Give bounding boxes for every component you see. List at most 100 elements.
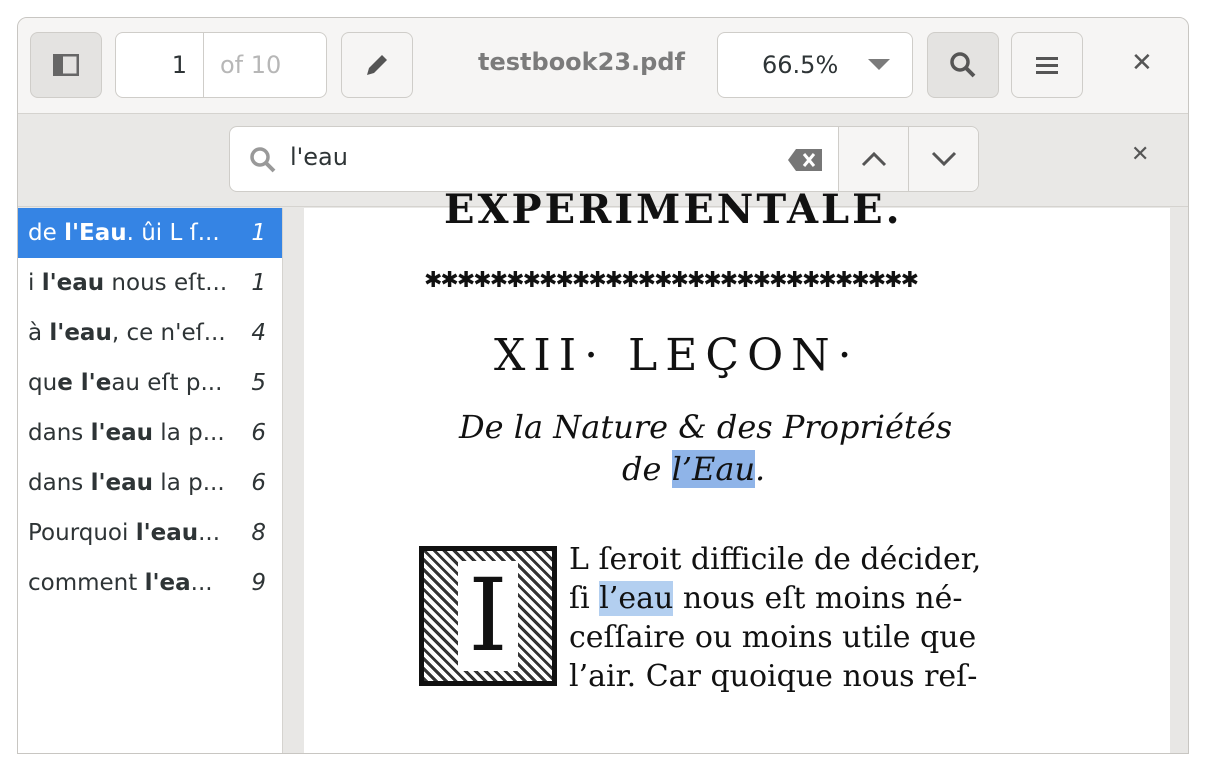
snippet-pre: à	[28, 320, 50, 346]
snippet-post: la p...	[153, 420, 225, 446]
snippet-post: ...	[190, 570, 213, 596]
snippet-post: la p...	[153, 470, 225, 496]
search-results-list: de l'Eau. ûi L ſ... 1 i l'eau nous eſt... 1…	[18, 208, 283, 753]
text: L ſeroit difficile de décider,	[569, 542, 982, 577]
snippet-pre: dans	[28, 470, 91, 496]
hamburger-icon	[1036, 57, 1058, 74]
snippet-post: ...	[198, 520, 221, 546]
document-viewer-window: 1 of 10 testbook23.pdf 66.5% ✕ l'eau ✕ d…	[17, 17, 1189, 754]
result-page-number: 5	[251, 370, 266, 396]
search-result-item[interactable]: Pourquoi l'eau... 8	[18, 508, 282, 558]
snippet-match: l'ea	[144, 570, 191, 596]
close-icon: ✕	[1131, 48, 1153, 78]
snippet-match: l'Eau	[64, 220, 127, 246]
snippet-pre: i	[28, 270, 42, 296]
snippet-pre: dans	[28, 420, 91, 446]
text: ſi	[569, 581, 600, 616]
snippet-pre: Pourquoi	[28, 520, 136, 546]
chevron-down-icon	[931, 151, 956, 167]
result-page-number: 6	[251, 470, 266, 496]
running-head: EXPERIMENTALE.	[444, 186, 903, 233]
text: l’air. Car quoique nous reſ-	[569, 659, 978, 694]
close-icon: ✕	[1131, 142, 1150, 167]
search-result-item[interactable]: de l'Eau. ûi L ſ... 1	[18, 208, 282, 258]
snippet-match: l'eau	[49, 320, 112, 346]
result-snippet: dans l'eau la p...	[28, 470, 242, 496]
text: ceſſaire ou moins utile que	[569, 620, 977, 655]
text: .	[755, 450, 766, 488]
sidebar-toggle-button[interactable]	[30, 32, 102, 98]
search-input[interactable]: l'eau	[230, 127, 838, 191]
search-query: l'eau	[290, 143, 348, 171]
chevron-down-icon	[868, 59, 890, 70]
search-icon	[250, 147, 276, 173]
close-window-button[interactable]: ✕	[1131, 48, 1153, 78]
result-page-number: 1	[251, 220, 266, 246]
clear-search-icon[interactable]	[788, 149, 822, 171]
zoom-value: 66.5%	[762, 51, 839, 79]
result-snippet: de l'Eau. ûi L ſ...	[28, 220, 242, 246]
snippet-pre: qu	[28, 370, 58, 396]
search-icon	[950, 52, 976, 78]
search-result-item[interactable]: i l'eau nous eſt... 1	[18, 258, 282, 308]
annotate-button[interactable]	[341, 32, 413, 98]
previous-result-button[interactable]	[838, 127, 908, 191]
result-page-number: 4	[251, 320, 266, 346]
page-number-input[interactable]: 1	[116, 33, 204, 97]
result-page-number: 6	[251, 420, 266, 446]
chapter-subtitle-line2: de l’Eau.	[622, 450, 765, 488]
lesson-heading: XII· LEÇON·	[494, 330, 860, 381]
result-snippet: comment l'ea...	[28, 570, 242, 596]
snippet-post: nous eſt...	[104, 270, 228, 296]
result-snippet: i l'eau nous eſt...	[28, 270, 242, 296]
search-result-item[interactable]: dans l'eau la p... 6	[18, 458, 282, 508]
zoom-dropdown[interactable]: 66.5%	[717, 32, 913, 98]
text: nous eſt moins né-	[673, 581, 963, 616]
search-field: l'eau	[229, 126, 979, 192]
search-highlight: l’eau	[599, 581, 674, 616]
search-result-item[interactable]: que l'eau eſt p... 5	[18, 358, 282, 408]
search-result-item[interactable]: dans l'eau la p... 6	[18, 408, 282, 458]
page-total: of 10	[220, 51, 282, 79]
close-search-button[interactable]: ✕	[1131, 142, 1149, 167]
page-selector: 1 of 10	[115, 32, 327, 98]
text-line: ſi l’eau nous eſt moins né-	[569, 579, 981, 618]
result-snippet: Pourquoi l'eau...	[28, 520, 242, 546]
dropcap-letter: I	[458, 561, 518, 671]
snippet-post: , ce n'eſ...	[111, 320, 226, 346]
result-page-number: 8	[251, 520, 266, 546]
text-line: l’air. Car quoique nous reſ-	[569, 657, 981, 696]
snippet-match: l'eau	[90, 420, 153, 446]
menu-button[interactable]	[1011, 32, 1083, 98]
search-highlight: l’Eau	[671, 450, 756, 488]
chapter-subtitle: De la Nature & des Propriétés	[459, 408, 953, 446]
text: de	[622, 450, 672, 488]
decorated-initial: I	[419, 546, 557, 686]
next-result-button[interactable]	[908, 127, 978, 191]
text-line: L ſeroit difficile de décider,	[569, 540, 981, 579]
result-page-number: 1	[251, 270, 266, 296]
snippet-post: . ûi L ſ...	[126, 220, 220, 246]
result-snippet: à l'eau, ce n'eſ...	[28, 320, 242, 346]
document-view[interactable]: EXPERIMENTALE. ✱✱✱✱✱✱✱✱✱✱✱✱✱✱✱✱✱✱✱✱✱✱✱✱✱…	[284, 186, 1188, 753]
pencil-icon	[367, 55, 387, 75]
header-bar: 1 of 10 testbook23.pdf 66.5% ✕	[18, 18, 1188, 114]
text-line: ceſſaire ou moins utile que	[569, 618, 981, 657]
snippet-pre: de	[28, 220, 65, 246]
snippet-match: l'eau	[90, 470, 153, 496]
search-result-item[interactable]: comment l'ea... 9	[18, 558, 282, 608]
chevron-up-icon	[861, 151, 886, 167]
snippet-match: l'eau	[41, 270, 105, 296]
document-title: testbook23.pdf	[478, 48, 685, 76]
result-snippet: que l'eau eſt p...	[28, 370, 242, 396]
sidebar-icon	[53, 54, 79, 76]
pdf-page: EXPERIMENTALE. ✱✱✱✱✱✱✱✱✱✱✱✱✱✱✱✱✱✱✱✱✱✱✱✱✱…	[304, 186, 1170, 753]
body-text: L ſeroit difficile de décider, ſi l’eau n…	[569, 540, 981, 696]
search-toggle-button[interactable]	[927, 32, 999, 98]
search-result-item[interactable]: à l'eau, ce n'eſ... 4	[18, 308, 282, 358]
result-page-number: 9	[251, 570, 266, 596]
result-snippet: dans l'eau la p...	[28, 420, 242, 446]
ornament-rule: ✱✱✱✱✱✱✱✱✱✱✱✱✱✱✱✱✱✱✱✱✱✱✱✱✱✱✱✱✱✱	[424, 268, 919, 293]
snippet-pre: comment	[28, 570, 145, 596]
snippet-post: au eſt p...	[111, 370, 223, 396]
